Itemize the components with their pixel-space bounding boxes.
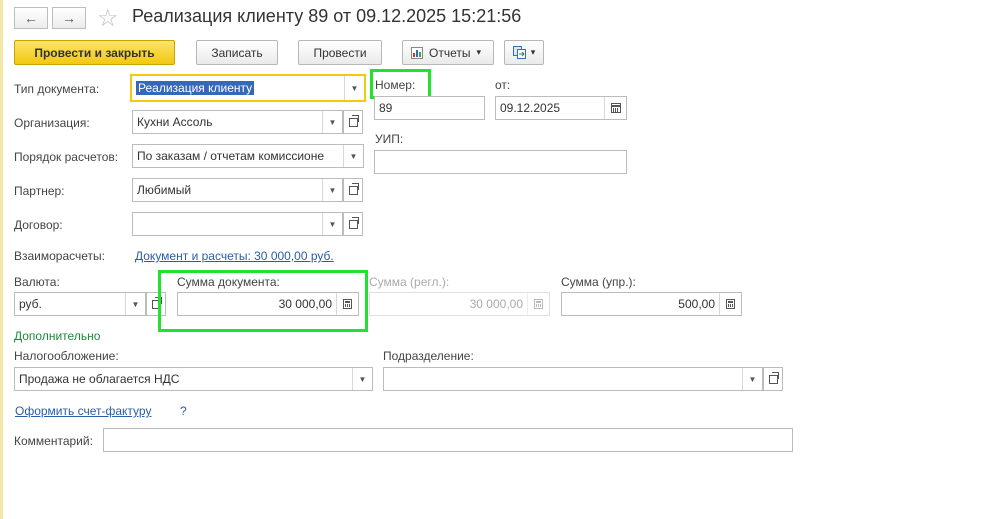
number-input[interactable]: 89 <box>374 96 485 120</box>
open-department-button[interactable] <box>763 367 783 391</box>
open-icon <box>768 371 779 384</box>
open-icon <box>348 216 359 229</box>
date-value: 09.12.2025 <box>500 101 561 115</box>
reports-button[interactable]: Отчеты ▾ <box>402 40 494 65</box>
create-based-on-button[interactable]: ▾ <box>504 40 544 65</box>
page-title: Реализация клиенту 89 от 09.12.2025 15:2… <box>132 6 522 26</box>
post-button[interactable]: Провести <box>298 40 382 65</box>
calendar-icon[interactable] <box>604 97 626 119</box>
sum-reg-label: Сумма (регл.): <box>369 275 450 289</box>
taxation-value: Продажа не облагается НДС <box>19 372 180 386</box>
chevron-down-icon[interactable]: ▼ <box>125 293 145 315</box>
doc-type-value: Реализация клиенту <box>136 81 255 95</box>
window-left-border <box>0 0 3 519</box>
partner-select[interactable]: Любимый ▼ <box>132 178 343 202</box>
arrow-left-icon: ← <box>24 10 38 26</box>
partner-label: Партнер: <box>14 184 65 198</box>
chevron-down-icon[interactable]: ▼ <box>343 145 363 167</box>
uip-input[interactable] <box>374 150 627 174</box>
open-icon <box>348 114 359 127</box>
doc-type-label: Тип документа: <box>14 82 100 96</box>
report-chart-icon <box>411 46 423 59</box>
department-label: Подразделение: <box>383 349 474 363</box>
chevron-down-icon[interactable]: ▼ <box>322 179 342 201</box>
document-copy-icon <box>512 46 526 59</box>
chevron-down-icon[interactable]: ▼ <box>322 111 342 133</box>
comment-label: Комментарий: <box>14 434 93 448</box>
chevron-down-icon: ▾ <box>476 47 482 57</box>
create-invoice-link[interactable]: Оформить счет-фактуру <box>15 404 151 418</box>
taxation-select[interactable]: Продажа не облагается НДС ▼ <box>14 367 373 391</box>
favorite-star-icon[interactable]: ☆ <box>97 4 119 33</box>
help-link[interactable]: ? <box>180 404 187 418</box>
currency-select[interactable]: руб. ▼ <box>14 292 146 316</box>
calculator-icon <box>527 293 549 315</box>
sum-reg-input: 30 000,00 <box>369 292 550 316</box>
date-label: от: <box>495 78 511 92</box>
settlement-order-label: Порядок расчетов: <box>14 150 119 164</box>
doc-sum-label: Сумма документа: <box>177 275 280 289</box>
organization-select[interactable]: Кухни Ассоль ▼ <box>132 110 343 134</box>
mutual-settlements-label: Взаиморасчеты: <box>14 249 106 263</box>
chevron-down-icon[interactable]: ▼ <box>344 76 364 100</box>
arrow-right-icon: → <box>62 10 76 26</box>
doc-sum-input[interactable]: 30 000,00 <box>177 292 359 316</box>
save-button[interactable]: Записать <box>196 40 278 65</box>
back-button[interactable]: ← <box>14 7 48 29</box>
calculator-icon[interactable] <box>336 293 358 315</box>
organization-value: Кухни Ассоль <box>137 115 213 129</box>
open-contract-button[interactable] <box>343 212 363 236</box>
department-select[interactable]: ▼ <box>383 367 763 391</box>
sum-reg-value: 30 000,00 <box>469 297 523 311</box>
calculator-icon[interactable] <box>719 293 741 315</box>
post-and-close-button[interactable]: Провести и закрыть <box>14 40 175 65</box>
sum-mgmt-input[interactable]: 500,00 <box>561 292 742 316</box>
comment-input[interactable] <box>103 428 793 452</box>
additional-section-label: Дополнительно <box>14 329 101 343</box>
settlement-order-value: По заказам / отчетам комиссионе <box>137 149 325 163</box>
partner-value: Любимый <box>137 183 192 197</box>
chevron-down-icon: ▾ <box>530 47 536 57</box>
doc-sum-value: 30 000,00 <box>278 297 332 311</box>
organization-label: Организация: <box>14 116 90 130</box>
open-icon <box>348 182 359 195</box>
sum-mgmt-value: 500,00 <box>678 297 715 311</box>
taxation-label: Налогообложение: <box>14 349 119 363</box>
chevron-down-icon[interactable]: ▼ <box>352 368 372 390</box>
settlement-order-select[interactable]: По заказам / отчетам комиссионе ▼ <box>132 144 364 168</box>
contract-label: Договор: <box>14 218 63 232</box>
chevron-down-icon[interactable]: ▼ <box>322 213 342 235</box>
currency-label: Валюта: <box>14 275 60 289</box>
doc-type-select[interactable]: Реализация клиенту ▼ <box>130 74 366 102</box>
uip-label: УИП: <box>375 132 404 146</box>
open-organization-button[interactable] <box>343 110 363 134</box>
number-label-highlight <box>370 69 431 99</box>
sum-mgmt-label: Сумма (упр.): <box>561 275 636 289</box>
mutual-settlements-link[interactable]: Документ и расчеты: 30 000,00 руб. <box>135 249 334 263</box>
forward-button[interactable]: → <box>52 7 86 29</box>
number-value: 89 <box>379 101 393 115</box>
currency-value: руб. <box>19 297 42 311</box>
contract-select[interactable]: ▼ <box>132 212 343 236</box>
chevron-down-icon[interactable]: ▼ <box>742 368 762 390</box>
date-input[interactable]: 09.12.2025 <box>495 96 627 120</box>
reports-label: Отчеты <box>429 45 471 60</box>
open-partner-button[interactable] <box>343 178 363 202</box>
